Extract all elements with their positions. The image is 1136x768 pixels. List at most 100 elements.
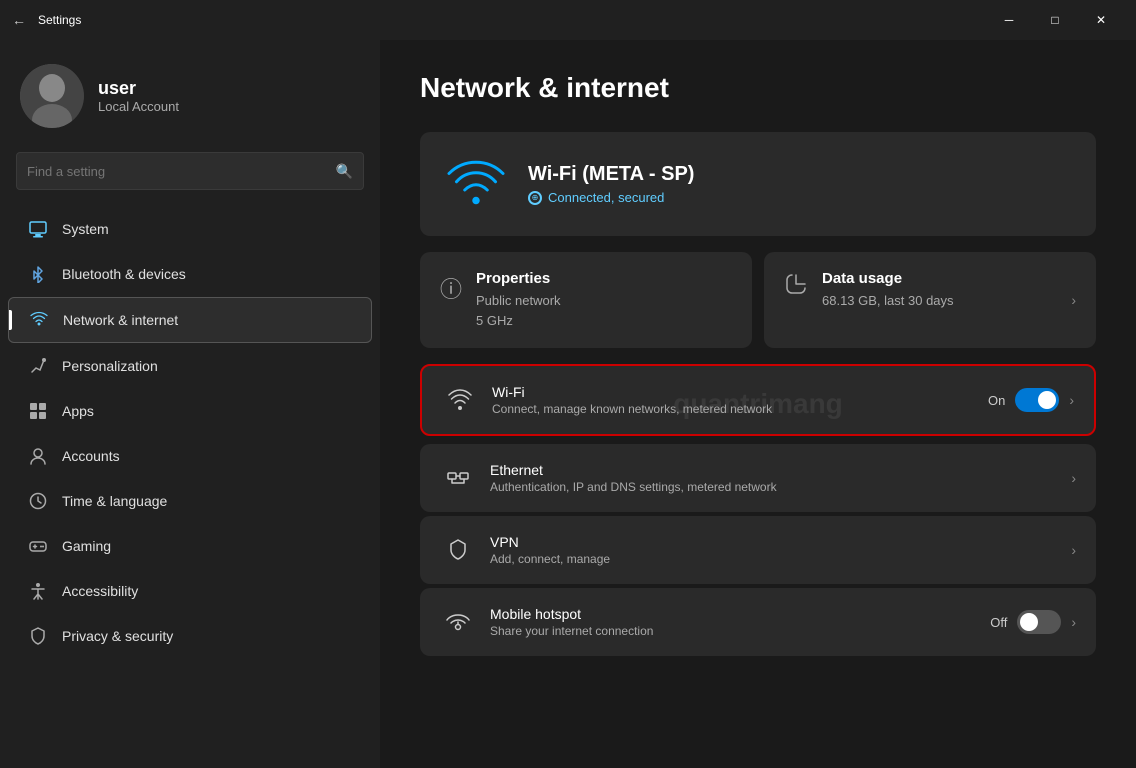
app-body: user Local Account 🔍 System — [0, 40, 1136, 768]
properties-row: ⓘ Properties Public network 5 GHz Data u… — [420, 252, 1096, 348]
data-usage-chevron: › — [1071, 292, 1076, 308]
sidebar-item-bluetooth[interactable]: Bluetooth & devices — [8, 252, 372, 296]
sidebar-item-network[interactable]: Network & internet — [8, 297, 372, 343]
sidebar-item-gaming-label: Gaming — [62, 538, 111, 554]
sidebar-item-bluetooth-label: Bluetooth & devices — [62, 266, 186, 282]
sidebar-item-accessibility-label: Accessibility — [62, 583, 138, 599]
data-usage-icon — [784, 272, 808, 302]
sidebar-item-time-label: Time & language — [62, 493, 167, 509]
vpn-setting-text: VPN Add, connect, manage — [490, 534, 1057, 566]
sidebar-item-gaming[interactable]: Gaming — [8, 524, 372, 568]
avatar — [20, 64, 84, 128]
wifi-toggle[interactable] — [1015, 388, 1059, 412]
sidebar-item-personalization[interactable]: Personalization — [8, 344, 372, 388]
hotspot-setting-card: Mobile hotspot Share your internet conne… — [420, 588, 1096, 656]
hotspot-toggle-label: Off — [990, 615, 1007, 630]
wifi-setting-icon — [442, 382, 478, 418]
hotspot-setting-right: Off › — [990, 610, 1076, 634]
profile-name: user — [98, 78, 179, 99]
wifi-header-info: Wi-Fi (META - SP) ⊕ Connected, secured — [528, 163, 694, 205]
sidebar-item-privacy[interactable]: Privacy & security — [8, 614, 372, 658]
search-input[interactable] — [27, 164, 328, 179]
wifi-status: ⊕ Connected, secured — [528, 190, 694, 205]
ethernet-setting-desc: Authentication, IP and DNS settings, met… — [490, 480, 1057, 494]
title-bar-left: ← Settings — [12, 12, 81, 28]
sidebar-item-accounts[interactable]: Accounts — [8, 434, 372, 478]
data-usage-content: Data usage 68.13 GB, last 30 days — [822, 270, 1057, 311]
sidebar-item-privacy-label: Privacy & security — [62, 628, 173, 644]
network-icon — [29, 310, 49, 330]
ethernet-setting-text: Ethernet Authentication, IP and DNS sett… — [490, 462, 1057, 494]
avatar-image — [20, 64, 84, 128]
ethernet-setting-title: Ethernet — [490, 462, 1057, 478]
sidebar-item-apps-label: Apps — [62, 403, 94, 419]
hotspot-setting-row[interactable]: Mobile hotspot Share your internet conne… — [420, 588, 1096, 656]
sidebar-item-accounts-label: Accounts — [62, 448, 120, 464]
wifi-toggle-label: On — [988, 393, 1005, 408]
vpn-setting-title: VPN — [490, 534, 1057, 550]
accessibility-icon — [28, 581, 48, 601]
properties-line2: 5 GHz — [476, 311, 732, 331]
apps-icon — [28, 401, 48, 421]
wifi-setting-row[interactable]: Wi-Fi Connect, manage known networks, me… — [422, 366, 1094, 434]
sidebar-item-system-label: System — [62, 221, 109, 237]
back-button[interactable]: ← — [12, 12, 26, 28]
ethernet-chevron: › — [1071, 470, 1076, 486]
data-usage-title: Data usage — [822, 270, 1057, 287]
wifi-setting-right: On › — [988, 388, 1074, 412]
hotspot-icon — [440, 604, 476, 640]
wifi-setting-desc: Connect, manage known networks, metered … — [492, 402, 974, 416]
vpn-setting-row[interactable]: VPN Add, connect, manage › — [420, 516, 1096, 584]
vpn-setting-desc: Add, connect, manage — [490, 552, 1057, 566]
avatar-svg — [20, 64, 84, 128]
data-usage-info: 68.13 GB, last 30 days — [822, 291, 1057, 311]
ethernet-setting-row[interactable]: Ethernet Authentication, IP and DNS sett… — [420, 444, 1096, 512]
sidebar-item-apps[interactable]: Apps — [8, 389, 372, 433]
maximize-button[interactable]: □ — [1032, 4, 1078, 36]
content-area: Network & internet quantrimang Wi-Fi (ME… — [380, 40, 1136, 768]
wifi-toggle-thumb — [1038, 391, 1056, 409]
sidebar-nav: System Bluetooth & devices Networ — [0, 206, 380, 659]
sidebar-item-network-label: Network & internet — [63, 312, 178, 328]
ethernet-setting-card: Ethernet Authentication, IP and DNS sett… — [420, 444, 1096, 512]
time-icon — [28, 491, 48, 511]
wifi-signal-svg — [446, 154, 506, 214]
hotspot-chevron: › — [1071, 614, 1076, 630]
wifi-large-icon — [444, 152, 508, 216]
gaming-icon — [28, 536, 48, 556]
sidebar: user Local Account 🔍 System — [0, 40, 380, 768]
sidebar-item-personalization-label: Personalization — [62, 358, 158, 374]
properties-card[interactable]: ⓘ Properties Public network 5 GHz — [420, 252, 752, 348]
wifi-name: Wi-Fi (META - SP) — [528, 163, 694, 186]
search-icon: 🔍 — [336, 163, 353, 180]
hotspot-toggle-thumb — [1020, 613, 1038, 631]
title-bar: ← Settings ─ □ ✕ — [0, 0, 1136, 40]
ethernet-setting-right: › — [1071, 470, 1076, 486]
properties-line1: Public network — [476, 291, 732, 311]
vpn-setting-card: VPN Add, connect, manage › — [420, 516, 1096, 584]
properties-title: Properties — [476, 270, 732, 287]
ethernet-icon — [440, 460, 476, 496]
hotspot-toggle[interactable] — [1017, 610, 1061, 634]
system-icon — [28, 219, 48, 239]
hotspot-setting-text: Mobile hotspot Share your internet conne… — [490, 606, 976, 638]
properties-content: Properties Public network 5 GHz — [476, 270, 732, 330]
vpn-setting-right: › — [1071, 542, 1076, 558]
bluetooth-icon — [28, 264, 48, 284]
vpn-chevron: › — [1071, 542, 1076, 558]
wifi-header-card: Wi-Fi (META - SP) ⊕ Connected, secured — [420, 132, 1096, 236]
vpn-icon — [440, 532, 476, 568]
minimize-button[interactable]: ─ — [986, 4, 1032, 36]
wifi-setting-title: Wi-Fi — [492, 384, 974, 400]
close-button[interactable]: ✕ — [1078, 4, 1124, 36]
sidebar-item-system[interactable]: System — [8, 207, 372, 251]
sidebar-item-time[interactable]: Time & language — [8, 479, 372, 523]
page-title: Network & internet — [420, 72, 1096, 104]
hotspot-setting-desc: Share your internet connection — [490, 624, 976, 638]
hotspot-setting-title: Mobile hotspot — [490, 606, 976, 622]
data-usage-card[interactable]: Data usage 68.13 GB, last 30 days › — [764, 252, 1096, 348]
sidebar-item-accessibility[interactable]: Accessibility — [8, 569, 372, 613]
search-box[interactable]: 🔍 — [16, 152, 364, 190]
profile-section[interactable]: user Local Account — [0, 40, 380, 144]
search-section: 🔍 — [0, 144, 380, 206]
